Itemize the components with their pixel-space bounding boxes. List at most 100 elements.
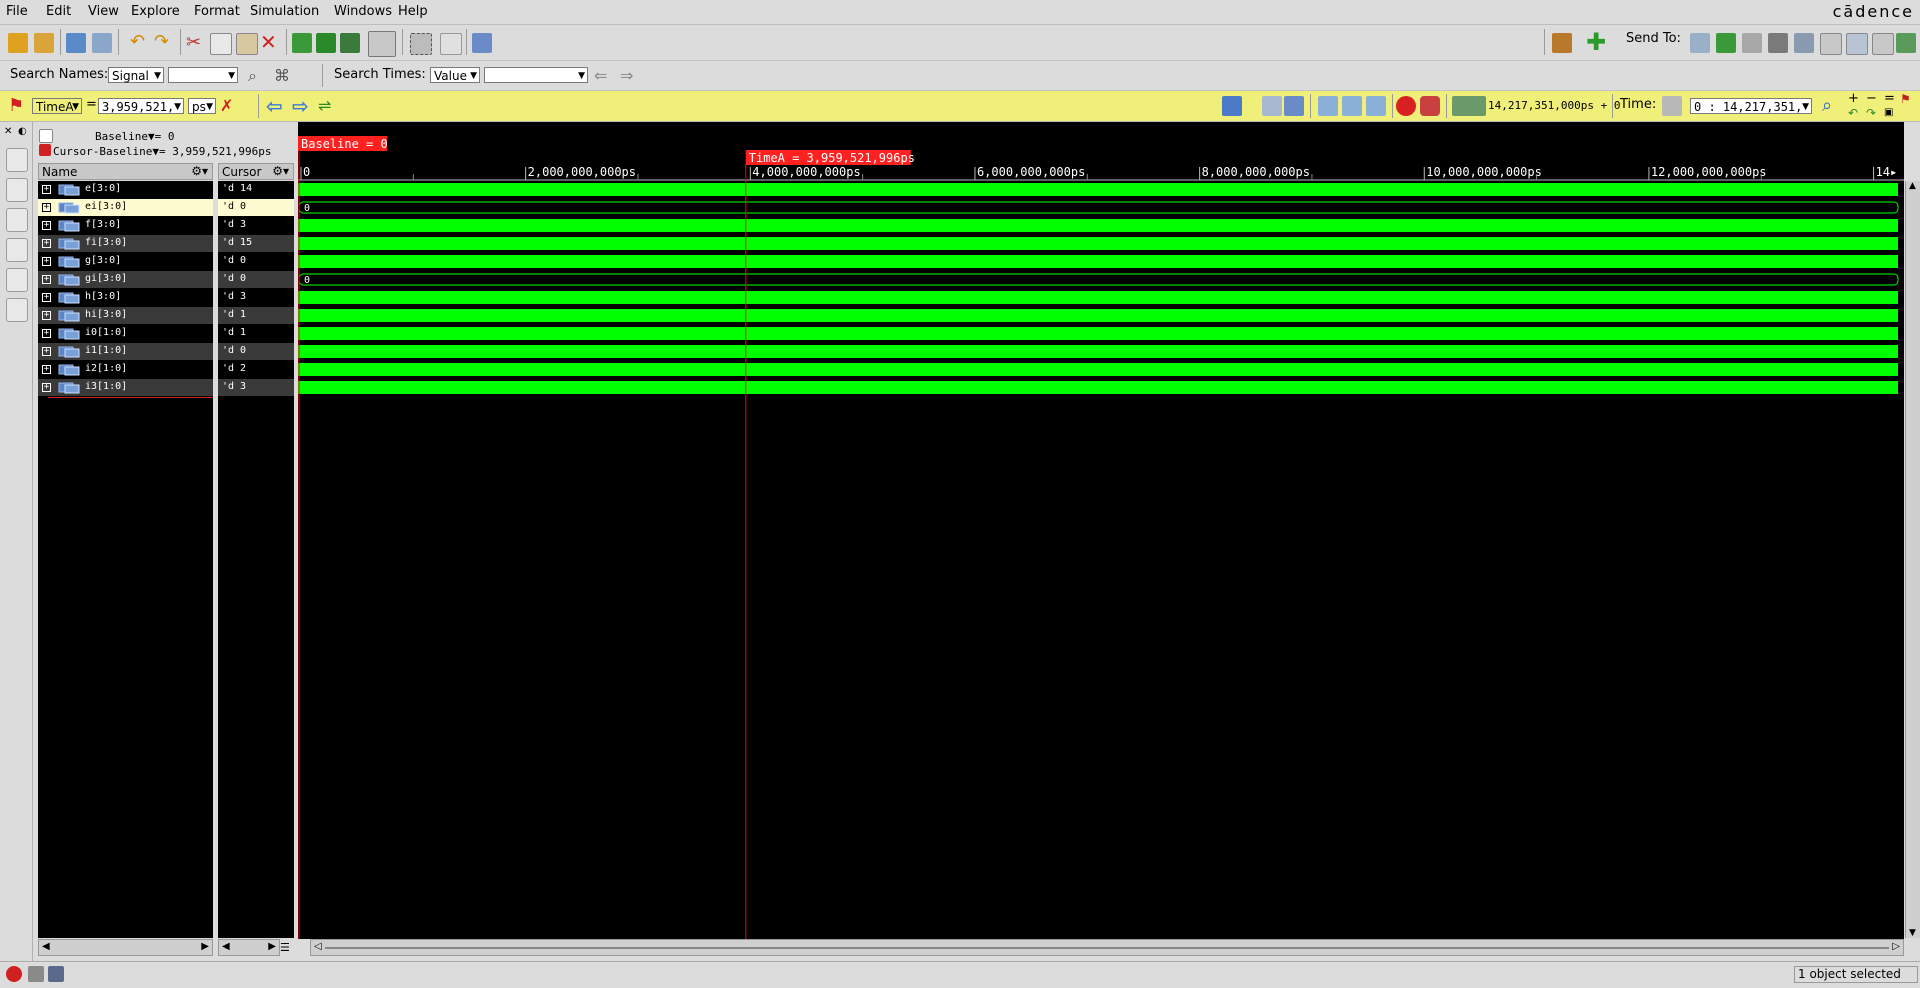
waveform-canvas[interactable]: Baseline = 0 TimeA = 3,959,521,996ps 0 2,00…: [298, 122, 1904, 939]
cursor-value-row[interactable]: 'd 2: [218, 361, 294, 378]
zoom-fit-icon[interactable]: =: [1884, 92, 1898, 105]
expand-icon[interactable]: +: [42, 293, 51, 302]
send-to-list-icon[interactable]: [1872, 33, 1894, 55]
step-icon[interactable]: [1318, 96, 1338, 116]
send-to-schematic-icon[interactable]: [1742, 33, 1762, 53]
tools-icon[interactable]: [1552, 33, 1572, 53]
bus-waveform-icon[interactable]: [316, 33, 336, 53]
menu-explore[interactable]: Explore: [131, 4, 180, 19]
expand-icon[interactable]: +: [42, 275, 51, 284]
pause-icon[interactable]: [1262, 96, 1282, 116]
cut-icon[interactable]: ✂: [186, 33, 206, 53]
save-status-icon[interactable]: [48, 966, 64, 982]
scroll-down-icon[interactable]: ▼: [1909, 928, 1916, 938]
signal-row[interactable]: + e[3:0]: [38, 181, 213, 198]
signal-row[interactable]: + gi[3:0]: [38, 271, 213, 288]
menu-file[interactable]: File: [6, 4, 28, 19]
name-column-gear-icon[interactable]: ⚙▾: [191, 164, 208, 178]
side-browser-icon[interactable]: [6, 148, 28, 172]
search-names-input[interactable]: ▼: [168, 67, 238, 83]
search-times-input[interactable]: ▼: [484, 67, 588, 83]
menu-format[interactable]: Format: [194, 4, 240, 19]
send-to-memory-icon[interactable]: [1846, 33, 1868, 55]
copy-icon[interactable]: [210, 33, 232, 55]
run-icon[interactable]: [1222, 96, 1242, 116]
marker-clear-icon[interactable]: ✗: [220, 96, 240, 116]
zoom-in-icon[interactable]: +: [1848, 92, 1862, 105]
waveform-icon[interactable]: [292, 33, 312, 53]
scroll-up-icon[interactable]: ▲: [1909, 181, 1916, 191]
expand-icon[interactable]: +: [42, 383, 51, 392]
side-flow-icon[interactable]: [6, 208, 28, 232]
undo-icon[interactable]: ↶: [130, 33, 148, 51]
print-icon[interactable]: [440, 33, 462, 55]
cursor-value-row[interactable]: 'd 15: [218, 235, 294, 252]
side-schematic-icon[interactable]: [6, 178, 28, 202]
zoom-redo-icon[interactable]: ↷: [1866, 107, 1880, 119]
time-range-icon[interactable]: [1662, 96, 1682, 116]
breakpoint-icon[interactable]: [1420, 96, 1440, 116]
pane-options-icon[interactable]: ◐: [18, 126, 30, 138]
search-times-next-icon[interactable]: ⇒: [620, 66, 640, 86]
cursor-name-select[interactable]: TimeA ▼: [32, 98, 82, 114]
name-column-header[interactable]: Name ⚙▾: [38, 163, 213, 180]
redo-icon[interactable]: ↷: [154, 33, 172, 51]
search-times-prev-icon[interactable]: ⇐: [594, 66, 614, 86]
send-to-table-icon[interactable]: [1820, 33, 1842, 55]
cursor-value-row[interactable]: 'd 1: [218, 307, 294, 324]
expand-icon[interactable]: +: [42, 329, 51, 338]
search-times-mode-select[interactable]: Value ▼: [430, 67, 480, 83]
cursor-value-row[interactable]: 'd 0: [218, 271, 294, 288]
cursor-column-gear-icon[interactable]: ⚙▾: [272, 164, 289, 178]
cursor-baseline-text[interactable]: Cursor-Baseline▼= 3,959,521,996ps: [53, 145, 272, 158]
side-source-icon[interactable]: [6, 238, 28, 262]
signal-row[interactable]: + i0[1:0]: [38, 325, 213, 342]
send-to-console-icon[interactable]: [1896, 33, 1916, 53]
paste-icon[interactable]: [236, 33, 258, 55]
new-window-icon[interactable]: [66, 33, 86, 53]
signal-row[interactable]: + ei[3:0]: [38, 199, 213, 216]
expand-icon[interactable]: +: [42, 221, 51, 230]
cursor-time-input[interactable]: 3,959,521, ▼: [98, 98, 184, 114]
signal-row[interactable]: + i1[1:0]: [38, 343, 213, 360]
side-marker-icon[interactable]: [6, 298, 28, 322]
signal-row[interactable]: + i3[1:0]: [38, 379, 213, 396]
scope-status-icon[interactable]: [28, 966, 44, 982]
zoom-box-icon[interactable]: ▣: [1884, 107, 1898, 119]
vertical-scrollbar[interactable]: ▲ ▼: [1905, 181, 1920, 938]
send-to-source-icon[interactable]: [1768, 33, 1788, 53]
prev-edge-icon[interactable]: ⇦: [266, 96, 286, 116]
cursor-value-row[interactable]: 'd 3: [218, 289, 294, 306]
cursor-column-header[interactable]: Cursor ⚙▾: [218, 163, 294, 180]
copy-window-icon[interactable]: [92, 33, 112, 53]
menu-edit[interactable]: Edit: [46, 4, 71, 19]
schematic-icon[interactable]: [340, 33, 360, 53]
zoom-cursor-icon[interactable]: ⚑: [1900, 93, 1914, 105]
baseline-text[interactable]: Baseline▼= 0: [95, 130, 174, 143]
cursor-value-row[interactable]: 'd 0: [218, 253, 294, 270]
cursor-value-row[interactable]: 'd 1: [218, 325, 294, 342]
signal-row[interactable]: + fi[3:0]: [38, 235, 213, 252]
cursor-value-row[interactable]: 'd 3: [218, 379, 294, 396]
signal-row[interactable]: + hi[3:0]: [38, 307, 213, 324]
search-names-find-icon[interactable]: ⌕: [248, 66, 268, 86]
signal-row[interactable]: + h[3:0]: [38, 289, 213, 306]
time-unit-select[interactable]: ps ▼: [188, 98, 216, 114]
step-over-icon[interactable]: [1342, 96, 1362, 116]
next-edge-icon[interactable]: ⇨: [292, 96, 312, 116]
stop-status-icon[interactable]: [6, 966, 22, 982]
expand-icon[interactable]: +: [42, 203, 51, 212]
cursor-pane-menu-icon[interactable]: ☰: [280, 940, 294, 955]
send-to-register-icon[interactable]: [1794, 33, 1814, 53]
signal-row[interactable]: + i2[1:0]: [38, 361, 213, 378]
open-command-script-icon[interactable]: [34, 33, 54, 53]
menu-view[interactable]: View: [88, 4, 119, 19]
cursor-value-row[interactable]: 'd 0: [218, 343, 294, 360]
signal-row[interactable]: + g[3:0]: [38, 253, 213, 270]
side-group-icon[interactable]: [6, 268, 28, 292]
expand-icon[interactable]: +: [42, 311, 51, 320]
cursor-value-row[interactable]: 'd 14: [218, 181, 294, 198]
expand-icon[interactable]: +: [42, 257, 51, 266]
select-tool-icon[interactable]: [368, 31, 396, 57]
zoom-icon[interactable]: ⌕: [1822, 96, 1842, 116]
